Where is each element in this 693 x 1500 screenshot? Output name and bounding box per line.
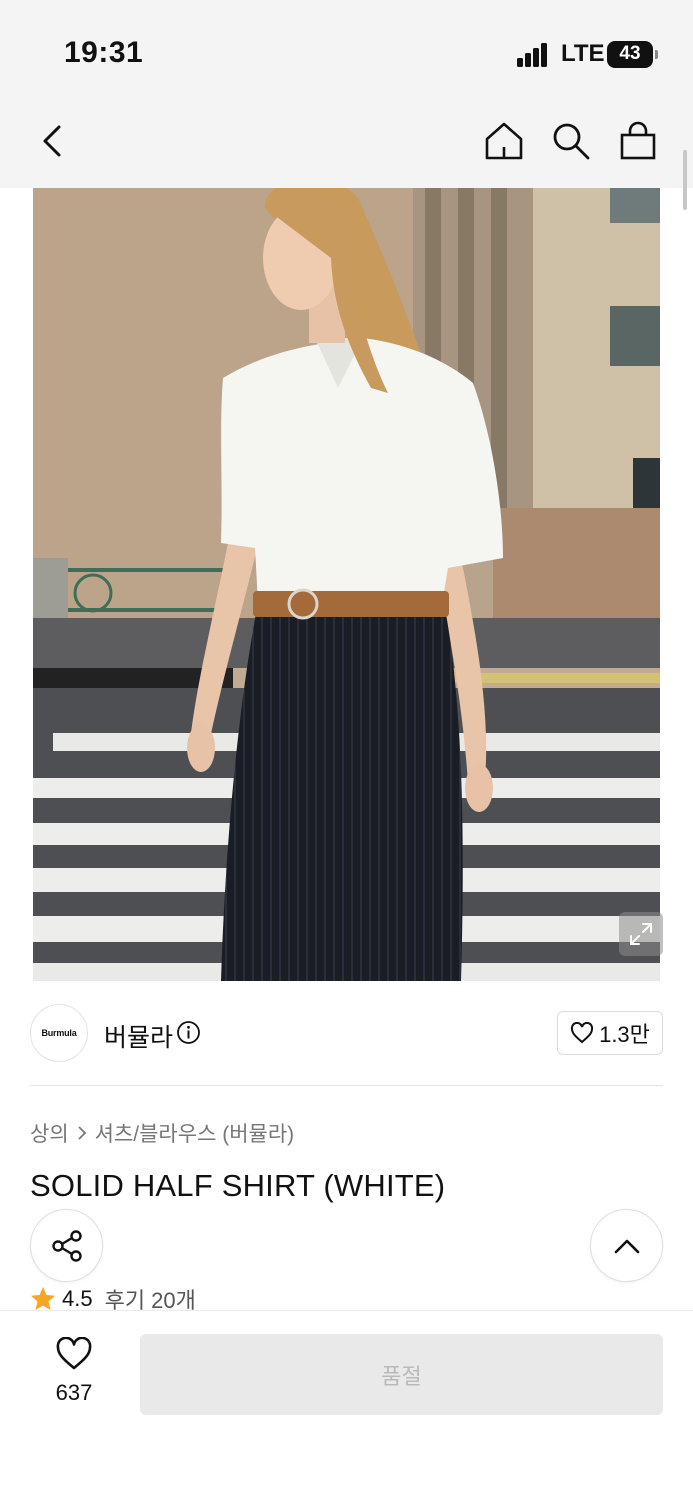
breadcrumb-subcategory[interactable]: 셔츠/블라우스 (버뮬라) bbox=[95, 1118, 295, 1148]
battery-level: 43 bbox=[619, 43, 641, 64]
chevron-left-icon bbox=[43, 125, 61, 157]
product-title: SOLID HALF SHIRT (WHITE) bbox=[30, 1168, 446, 1203]
heart-icon bbox=[56, 1336, 92, 1370]
brand-row: Burmula 버뮬라 1.3만 bbox=[30, 1004, 663, 1062]
brand-name[interactable]: 버뮬라 bbox=[104, 1018, 173, 1054]
star-icon bbox=[31, 1287, 55, 1310]
rating-value: 4.5 bbox=[62, 1286, 93, 1311]
expand-image-button[interactable] bbox=[619, 912, 663, 956]
product-image[interactable] bbox=[33, 188, 660, 981]
battery-cap bbox=[655, 50, 658, 59]
sold-out-button[interactable]: 품절 bbox=[140, 1334, 663, 1415]
shopping-bag-icon bbox=[620, 121, 656, 160]
scrollbar[interactable] bbox=[683, 150, 687, 210]
divider bbox=[30, 1085, 663, 1086]
wishlist-count: 637 bbox=[55, 1380, 93, 1405]
brand-logo[interactable]: Burmula bbox=[30, 1004, 88, 1062]
home-icon bbox=[485, 122, 523, 160]
brand-like-count: 1.3만 bbox=[599, 1022, 650, 1047]
share-button[interactable] bbox=[30, 1209, 103, 1282]
breadcrumb-category[interactable]: 상의 bbox=[30, 1118, 69, 1148]
battery-icon: 43 bbox=[607, 41, 653, 68]
brand-logo-text: Burmula bbox=[41, 1028, 77, 1038]
cellular-signal-icon bbox=[517, 43, 555, 67]
cart-button[interactable] bbox=[616, 119, 660, 163]
brand-like-button[interactable]: 1.3만 bbox=[557, 1011, 663, 1055]
scroll-to-top-button[interactable] bbox=[590, 1209, 663, 1282]
home-button[interactable] bbox=[482, 119, 526, 163]
network-type: LTE bbox=[561, 40, 605, 67]
back-button[interactable] bbox=[30, 119, 74, 163]
wishlist-button[interactable]: 637 bbox=[40, 1336, 108, 1406]
chevron-up-icon bbox=[614, 1239, 639, 1253]
search-button[interactable] bbox=[549, 119, 593, 163]
breadcrumb: 상의 셔츠/블라우스 (버뮬라) bbox=[30, 1118, 294, 1148]
nav-bar bbox=[0, 100, 693, 188]
expand-icon bbox=[630, 923, 652, 945]
share-icon bbox=[51, 1229, 82, 1262]
chevron-right-icon bbox=[78, 1126, 86, 1140]
heart-icon bbox=[571, 1022, 594, 1044]
bottom-purchase-bar: 637 품절 bbox=[0, 1310, 693, 1500]
info-icon[interactable] bbox=[176, 1020, 201, 1045]
status-bar: 19:31 LTE 43 bbox=[0, 0, 693, 100]
status-time: 19:31 bbox=[64, 36, 144, 69]
search-icon bbox=[553, 123, 590, 160]
